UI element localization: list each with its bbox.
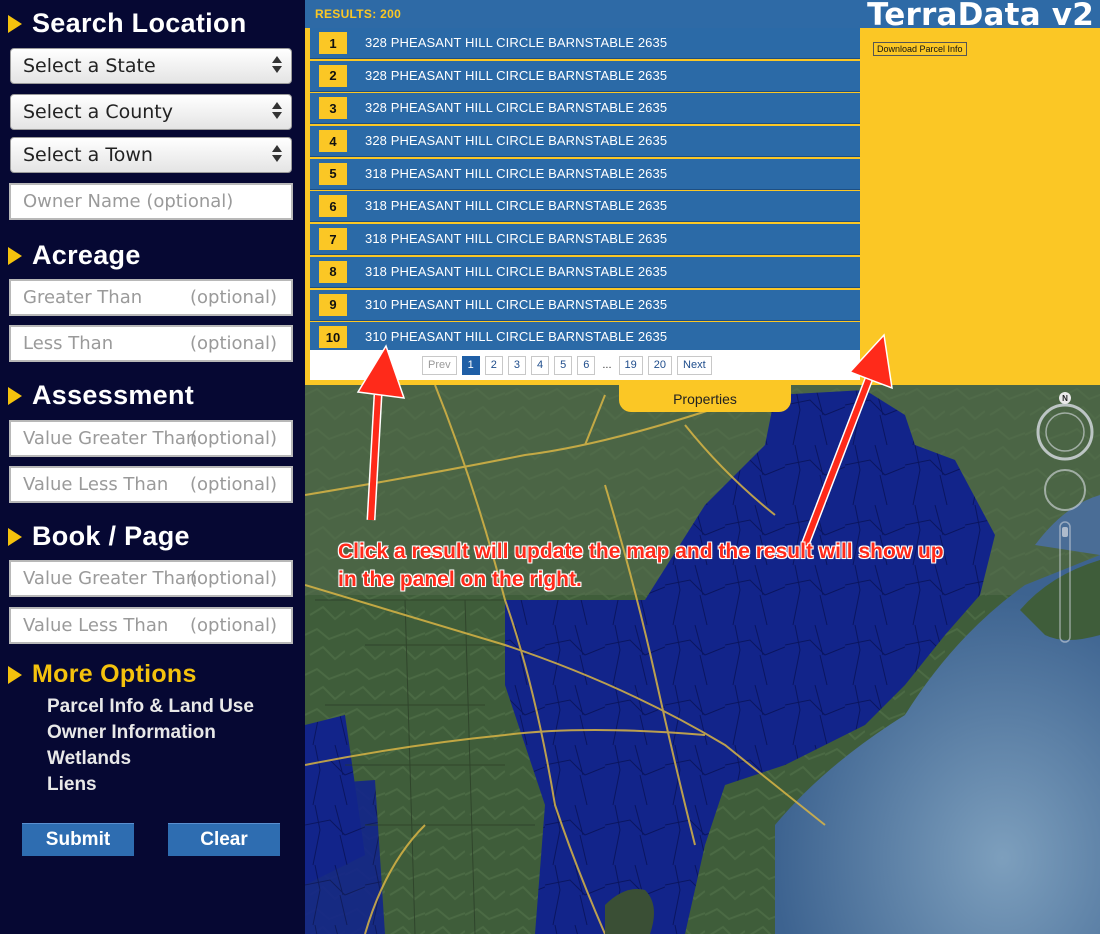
arrow-left-icon	[356, 344, 406, 521]
annotation-line-1: Click a result will update the map and t…	[338, 540, 944, 563]
annotation-line-2: in the panel on the right.	[338, 568, 582, 591]
arrow-right-icon	[800, 333, 893, 547]
annotation-arrows	[356, 333, 893, 547]
annotation-callout: Click a result will update the map and t…	[338, 538, 1058, 594]
